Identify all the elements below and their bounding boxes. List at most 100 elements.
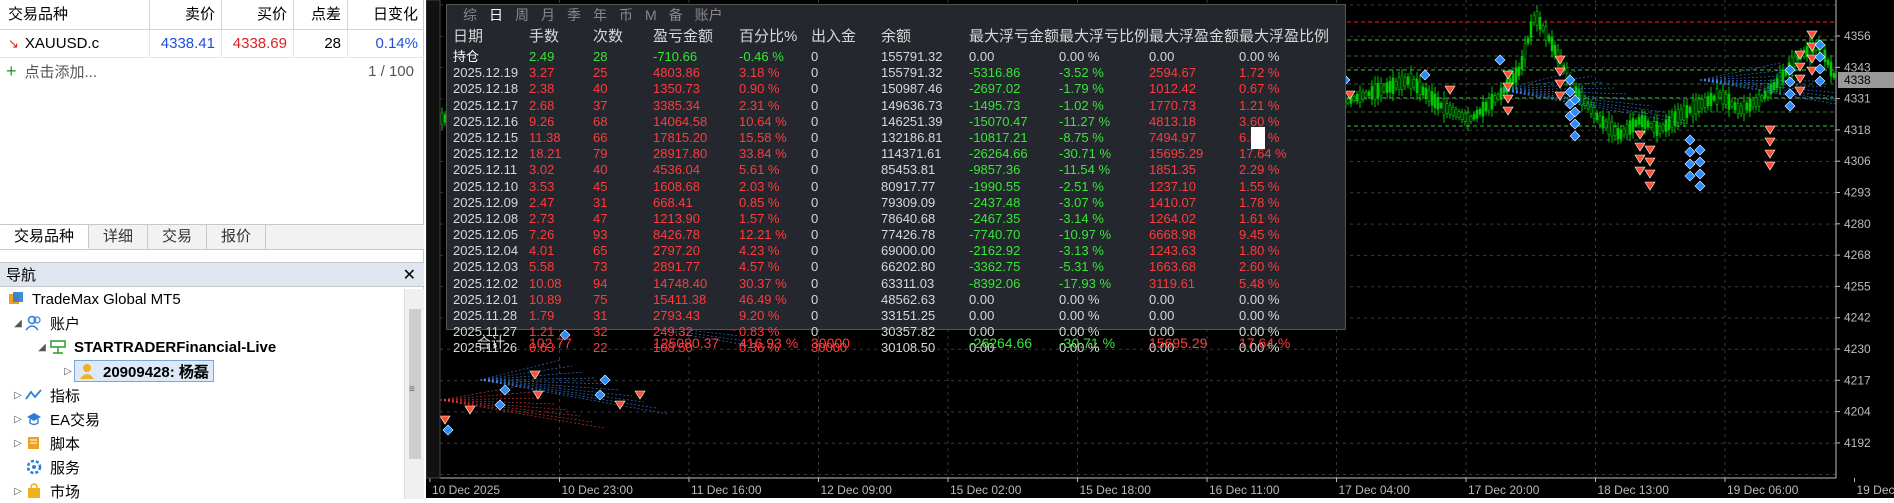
cell-col-6: 149636.73 [881,98,969,114]
overlay-tab-0[interactable]: 综 [463,5,477,25]
cell-col-3: 15411.38 [653,292,739,308]
selected-account[interactable]: 20909428: 杨磊 [74,360,214,382]
nav-item-market[interactable]: ▷ 市场 [0,479,424,503]
candle-body [1545,27,1547,41]
cell-col-8: -5.31 % [1059,259,1149,275]
cell-col-5: 0 [811,211,881,227]
nav-item-indicators[interactable]: ▷ 指标 [0,383,424,407]
candle-body [1611,122,1613,136]
user-icon [77,362,97,380]
plus-icon: + [6,61,17,82]
symbol-cell[interactable]: ↘XAUUSD.c [0,30,150,57]
header-spread[interactable]: 点差 [294,0,348,29]
time-label: 12 Dec 09:00 [821,483,893,497]
candle-body [1494,96,1496,103]
cell-col-0: 2025.12.16 [453,114,529,130]
cell-col-1: 2.68 [529,98,593,114]
symbol-row[interactable]: ↘XAUUSD.c 4338.41 4338.69 28 0.14% [0,30,424,58]
candle-body [1758,95,1760,106]
header-change[interactable]: 日变化 [348,0,424,29]
nav-item-accounts[interactable]: ◢ 账户 [0,311,424,335]
close-icon[interactable]: ✕ [403,265,416,285]
time-label: 10 Dec 2025 [432,483,500,497]
nav-item-experts[interactable]: ▷ EA交易 [0,407,424,431]
candle-body [1413,79,1415,87]
candle-body [1734,103,1736,110]
cell-col-8: -11.27 % [1059,114,1149,130]
candle-body [1764,91,1766,98]
header-bid[interactable]: 卖价 [150,0,222,29]
candle-body [1407,77,1409,85]
cell-col-7: -2437.48 [969,195,1059,211]
candle-body [1830,62,1832,76]
overlay-tab-6[interactable]: 币 [619,5,633,25]
current-price-label: 4338 [1844,73,1871,87]
cell-col-0: 2025.12.09 [453,195,529,211]
overlay-tab-4[interactable]: 季 [567,5,581,25]
trade-line [440,400,604,428]
overlay-tab-8[interactable]: 备 [669,5,683,25]
tab-details[interactable]: 详细 [89,225,148,249]
nav-item-broker[interactable]: TradeMax Global MT5 [0,287,424,311]
cell-col-7: -1495.73 [969,98,1059,114]
candle-body [1617,128,1619,139]
overlay-tab-5[interactable]: 年 [593,5,607,25]
table-row: 2025.12.035.58732891.774.57 %066202.80-3… [453,259,1341,275]
expand-arrow-icon[interactable]: ▷ [12,486,24,497]
candle-body [1554,45,1556,55]
add-symbol-row[interactable]: + 点击添加... 1 / 100 [0,58,424,84]
overlay-tab-2[interactable]: 周 [515,5,529,25]
cell-col-2: 28 [593,49,653,65]
overlay-tab-1[interactable]: 日 [489,5,503,25]
nav-label: STARTRADERFinancial-Live [74,339,276,356]
nav-item-scripts[interactable]: ▷ 脚本 [0,431,424,455]
expand-arrow-icon[interactable]: ▷ [62,366,74,377]
price-label: 4280 [1844,217,1871,231]
cell-col-4: 百分比% [739,27,811,49]
table-row: 2025.12.057.26938426.7812.21 %077426.78-… [453,227,1341,243]
header-ask[interactable]: 买价 [222,0,294,29]
trade-line [440,392,532,400]
nav-item-account[interactable]: ▷ 20909428: 杨磊 [0,359,424,383]
expand-arrow-icon[interactable]: ▷ [12,390,24,401]
time-label: 11 Dec 16:00 [691,483,762,497]
cell-col-8: -3.14 % [1059,211,1149,227]
navigator-scrollbar[interactable]: ≡ [404,289,424,499]
cell-col-8: -1.79 % [1059,81,1149,97]
candle-body [1719,92,1721,97]
trade-line [1700,63,1780,80]
tab-ticks[interactable]: 报价 [207,225,266,249]
overlay-tab-3[interactable]: 月 [541,5,555,25]
nav-item-server[interactable]: ◢ STARTRADERFinancial-Live [0,335,424,359]
cell-col-0: 2025.12.11 [453,162,529,178]
candle-body [1749,99,1751,111]
cell-col-2: 31 [593,195,653,211]
cell-col-9: 0.00 [1149,49,1239,65]
nav-label: 市场 [50,481,80,502]
cell-col-10: 2.29 % [1239,162,1329,178]
table-row: 2025.12.044.01652797.204.23 %069000.00-2… [453,243,1341,259]
candle-body [1692,101,1694,116]
collapse-arrow-icon[interactable]: ◢ [12,318,24,329]
tab-trading[interactable]: 交易 [148,225,207,249]
candle-body [1491,94,1493,109]
buy-marker [1785,101,1795,111]
nav-item-services[interactable]: 服务 [0,455,424,479]
candle-body [1542,26,1544,31]
sell-marker [615,401,625,409]
cell-col-1: 102.77 [529,335,593,351]
expand-arrow-icon[interactable]: ▷ [12,414,24,425]
cell-col-4: 30.37 % [739,276,811,292]
overlay-tab-7[interactable]: M [645,7,657,23]
expand-arrow-icon[interactable]: ▷ [12,438,24,449]
tab-symbols[interactable]: 交易品种 [0,225,89,249]
header-symbol[interactable]: 交易品种 [0,0,150,29]
candle-body [1737,103,1739,114]
overlay-tab-9[interactable]: 账户 [695,5,723,25]
cell-col-8: -30.71 % [1059,146,1149,162]
collapse-arrow-icon[interactable]: ◢ [36,342,48,353]
cell-col-0: 2025.12.03 [453,259,529,275]
cell-col-7: -26264.66 [969,335,1059,351]
cell-col-4: 33.84 % [739,146,811,162]
cell-col-3: 2891.77 [653,259,739,275]
